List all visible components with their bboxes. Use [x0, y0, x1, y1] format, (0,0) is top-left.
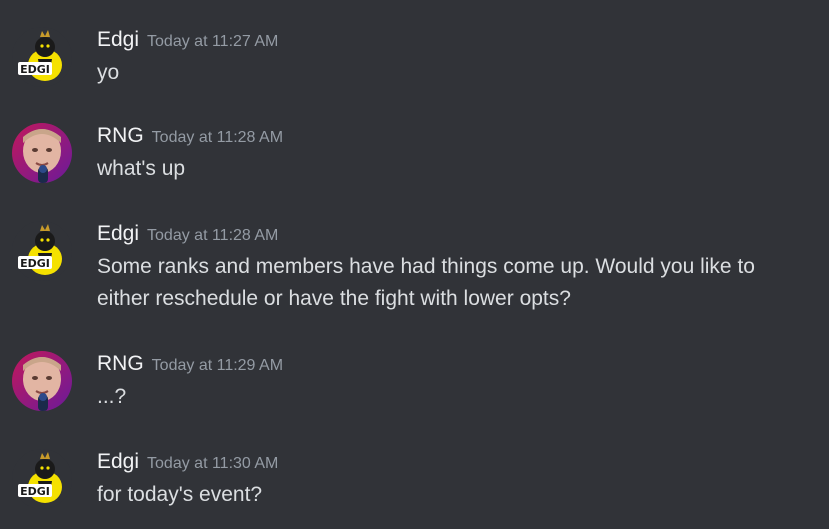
username[interactable]: Edgi [97, 28, 139, 51]
username[interactable]: RNG [97, 352, 144, 375]
message-header: Edgi Today at 11:28 AM [97, 222, 278, 248]
username[interactable]: Edgi [97, 450, 139, 473]
message-content: yo [97, 57, 817, 89]
timestamp: Today at 11:30 AM [147, 455, 279, 472]
username[interactable]: RNG [97, 124, 144, 147]
avatar-rng[interactable] [12, 123, 72, 183]
message-line: yo [97, 61, 120, 84]
avatar-rng[interactable] [12, 351, 72, 411]
timestamp: Today at 11:28 AM [151, 129, 284, 146]
edgi-avatar-icon: EDGI [12, 221, 72, 281]
message-content: ...? [97, 381, 817, 413]
avatar-label: EDGI [20, 485, 50, 498]
message-line: Some ranks and members have had things c… [97, 255, 755, 278]
message-content: for today's event? [97, 479, 817, 511]
chat-message-list: EDGI Edgi Today at 11:27 AM yo RNG Today… [0, 0, 829, 529]
message-line: either reschedule or have the fight with… [97, 287, 571, 310]
edgi-avatar-icon: EDGI [12, 27, 72, 87]
rng-avatar-icon [12, 123, 72, 183]
avatar-label: EDGI [20, 63, 50, 76]
avatar-edgi[interactable]: EDGI [12, 221, 72, 281]
message-header: Edgi Today at 11:27 AM [97, 28, 278, 54]
timestamp: Today at 11:28 AM [147, 227, 279, 244]
message-header: Edgi Today at 11:30 AM [97, 450, 278, 476]
rng-avatar-icon [12, 351, 72, 411]
message-line: what's up [97, 157, 186, 180]
message-header: RNG Today at 11:28 AM [97, 124, 283, 150]
message-content: what's up [97, 153, 817, 185]
avatar-edgi[interactable]: EDGI [12, 27, 72, 87]
message-line: for today's event? [97, 483, 263, 506]
timestamp: Today at 11:27 AM [147, 33, 279, 50]
message-content: Some ranks and members have had things c… [97, 251, 817, 315]
avatar-label: EDGI [20, 257, 50, 270]
username[interactable]: Edgi [97, 222, 139, 245]
timestamp: Today at 11:29 AM [151, 357, 284, 374]
avatar-edgi[interactable]: EDGI [12, 449, 72, 509]
message-line: ...? [97, 385, 127, 408]
message-header: RNG Today at 11:29 AM [97, 352, 283, 378]
edgi-avatar-icon: EDGI [12, 449, 72, 509]
